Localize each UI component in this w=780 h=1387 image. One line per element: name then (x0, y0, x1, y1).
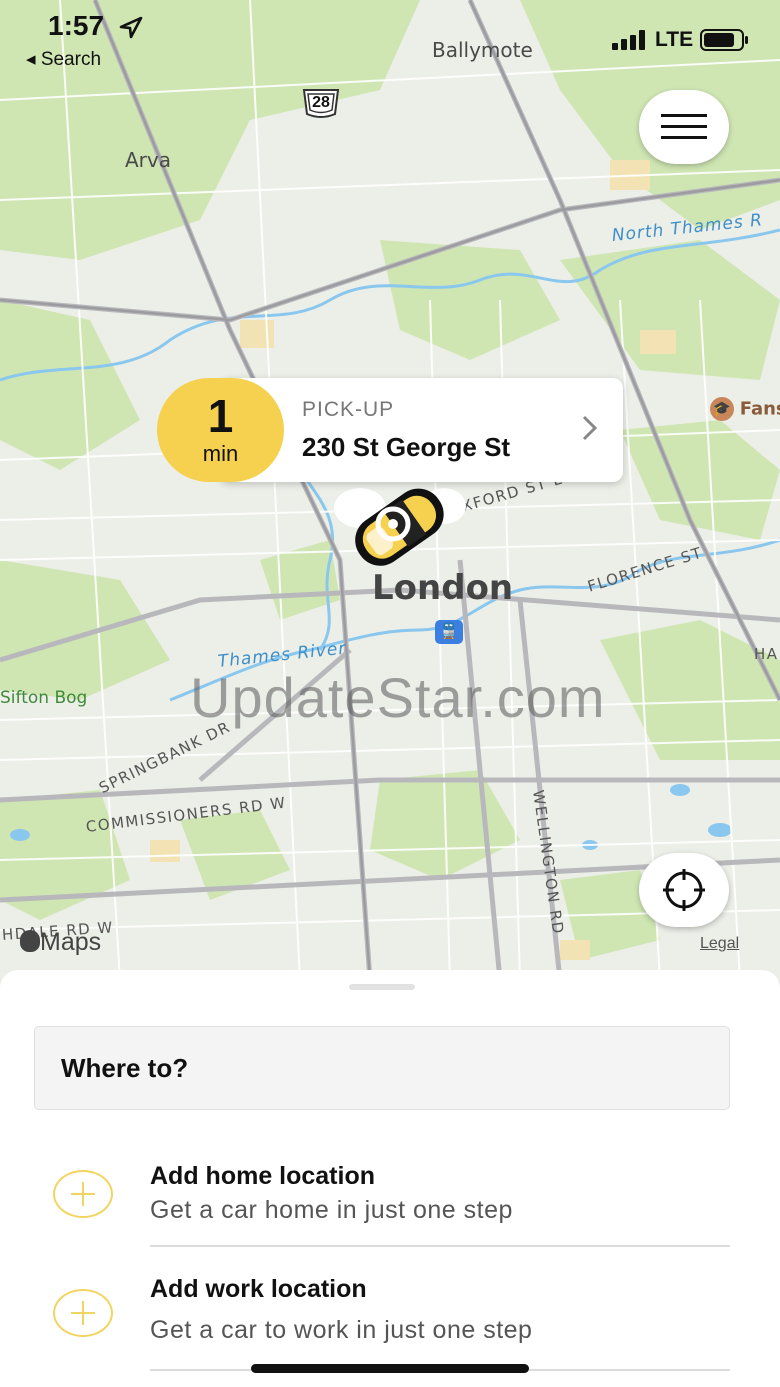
add-home-title: Add home location (150, 1162, 375, 1190)
row-divider (150, 1245, 730, 1247)
add-work-location-row[interactable]: Add work location Get a car to work in j… (0, 1263, 780, 1373)
network-type: LTE (655, 28, 694, 51)
transit-station-icon: 🚆 (435, 620, 463, 644)
battery-icon (700, 29, 748, 51)
add-home-location-row[interactable]: Add home location Get a car home in just… (0, 1150, 780, 1260)
destination-search-placeholder: Where to? (61, 1053, 189, 1083)
label-sifton-bog: Sifton Bog (0, 688, 88, 708)
place-fans: 🎓 Fans (710, 397, 780, 421)
pickup-address: 230 St George St (302, 432, 511, 462)
poi-school-icon: 🎓 (710, 397, 734, 421)
add-home-subtitle: Get a car home in just one step (150, 1196, 513, 1224)
back-to-search-link[interactable]: ◂ Search (26, 48, 101, 71)
destination-search-field[interactable]: Where to? (34, 1026, 730, 1110)
add-work-subtitle: Get a car to work in just one step (150, 1316, 533, 1344)
place-arva: Arva (125, 148, 171, 172)
highway-28-shield: 28 (300, 88, 342, 120)
map-view[interactable]: Ballymote Arva 28 North Thames R Thames … (0, 0, 780, 980)
crosshair-icon (663, 869, 705, 911)
add-home-plus-icon (53, 1170, 113, 1218)
chevron-right-icon (582, 415, 598, 441)
legal-link[interactable]: Legal (700, 935, 739, 953)
hamburger-icon (661, 114, 707, 139)
menu-button[interactable] (639, 90, 729, 164)
place-fans-label: Fans (739, 398, 780, 420)
place-london: London (372, 568, 514, 608)
pickup-card[interactable]: 1 min PICK-UP 230 St George St (157, 378, 623, 482)
eta-unit: min (202, 441, 239, 466)
maps-attribution: Maps (20, 928, 101, 957)
sheet-grab-handle[interactable] (349, 984, 415, 990)
add-work-title: Add work location (150, 1275, 367, 1303)
car-marker (330, 476, 470, 580)
add-work-plus-icon (53, 1289, 113, 1337)
status-time: 1:57 (48, 10, 105, 41)
home-indicator[interactable] (251, 1364, 529, 1373)
pickup-label: PICK-UP (302, 398, 395, 421)
eta-value: 1 (207, 390, 234, 442)
cellular-signal-icon (612, 30, 645, 50)
maps-attribution-text: Maps (40, 928, 102, 956)
bottom-sheet[interactable]: Where to? Add home location Get a car ho… (0, 970, 780, 1387)
status-bar: 1:57 ◂ Search LTE (0, 0, 780, 80)
location-arrow-icon (119, 16, 143, 39)
label-ha: HA (754, 645, 779, 663)
eta-badge: 1 min (157, 378, 284, 482)
locate-me-button[interactable] (639, 853, 729, 927)
watermark: UpdateStar.com (190, 666, 606, 729)
apple-logo-icon (20, 930, 40, 952)
